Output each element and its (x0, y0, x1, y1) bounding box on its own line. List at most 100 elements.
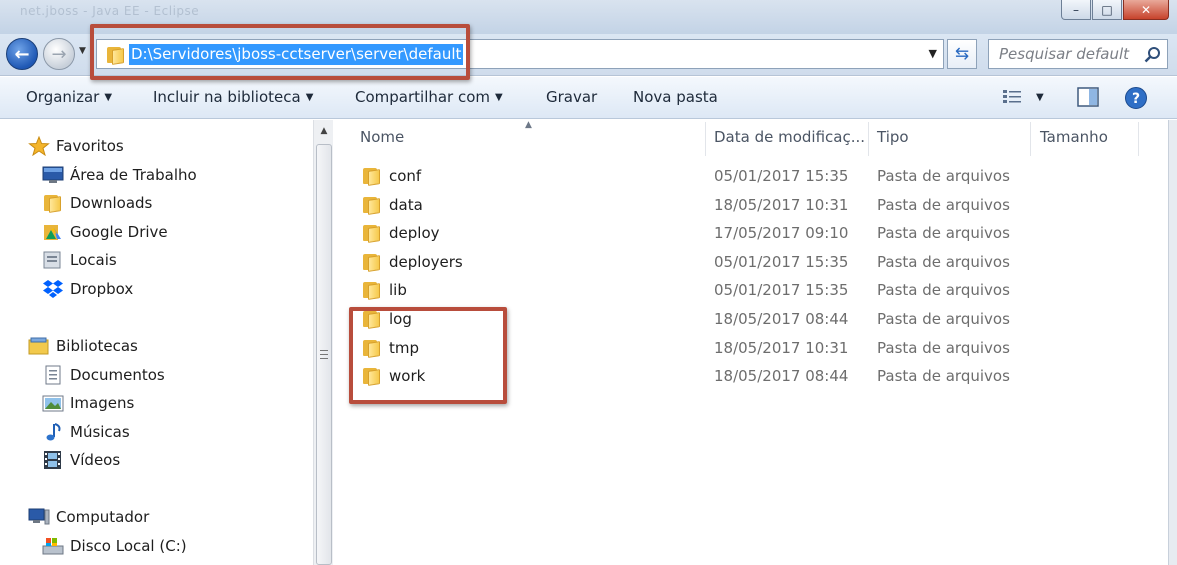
sidebar-item-label: Área de Trabalho (70, 166, 197, 184)
sidebar-scrollbar[interactable]: ▲ (313, 120, 333, 565)
file-row[interactable]: lib 05/01/2017 15:35 Pasta de arquivos (355, 277, 1135, 303)
burn-button[interactable]: Gravar (546, 88, 597, 106)
column-header-size[interactable]: Tamanho (1040, 128, 1108, 146)
file-row[interactable]: log 18/05/2017 08:44 Pasta de arquivos (355, 306, 1135, 332)
minimize-button[interactable]: – (1061, 0, 1091, 20)
new-folder-button[interactable]: Nova pasta (633, 88, 718, 106)
sidebar-item-pictures[interactable]: Imagens (42, 391, 134, 415)
sidebar-item-recent-places[interactable]: Locais (42, 248, 117, 272)
sidebar-item-libraries[interactable]: Bibliotecas (28, 334, 138, 358)
sidebar-item-label: Músicas (70, 423, 130, 441)
share-label: Compartilhar com (355, 88, 491, 106)
organize-label: Organizar (26, 88, 100, 106)
scroll-up-icon[interactable]: ▲ (316, 122, 332, 140)
sidebar-item-label: Bibliotecas (56, 337, 138, 355)
sidebar-item-label: Dropbox (70, 280, 134, 298)
sidebar-item-documents[interactable]: Documentos (42, 363, 165, 387)
include-library-menu[interactable]: Incluir na biblioteca ▼ (153, 88, 313, 106)
address-path[interactable]: D:\Servidores\jboss-cctserver\server\def… (129, 44, 464, 65)
folder-icon (361, 166, 383, 186)
file-row[interactable]: deploy 17/05/2017 09:10 Pasta de arquivos (355, 220, 1135, 246)
search-input[interactable]: Pesquisar default (988, 39, 1168, 69)
sidebar-item-downloads[interactable]: Downloads (42, 191, 152, 215)
sidebar-item-label: Documentos (70, 366, 165, 384)
recent-pages-dropdown-icon[interactable]: ▼ (79, 46, 86, 56)
column-divider[interactable] (1030, 122, 1031, 156)
file-name: tmp (389, 338, 420, 357)
libraries-icon (28, 336, 50, 356)
folder-icon (361, 223, 383, 244)
downloads-folder-icon (42, 193, 64, 213)
view-options-icon[interactable] (1002, 87, 1024, 107)
address-dropdown-icon[interactable]: ▼ (929, 47, 937, 60)
file-date: 05/01/2017 15:35 (714, 252, 849, 271)
file-date: 17/05/2017 09:10 (714, 224, 849, 243)
file-type: Pasta de arquivos (877, 252, 1010, 271)
column-divider[interactable] (1138, 122, 1139, 156)
sidebar-item-favorites[interactable]: Favoritos (28, 134, 124, 158)
column-divider[interactable] (868, 122, 869, 156)
close-button[interactable]: ✕ (1123, 0, 1169, 20)
sidebar-item-videos[interactable]: Vídeos (42, 448, 120, 472)
file-list: ▲ Nome Data de modificaç... Tipo Tamanho… (335, 120, 1168, 565)
sidebar-item-label: Downloads (70, 194, 153, 212)
music-note-icon (42, 422, 64, 442)
sidebar-item-label: Disco Local (C:) (70, 537, 187, 555)
search-icon[interactable] (1144, 46, 1161, 63)
column-header-date[interactable]: Data de modificaç... (714, 128, 865, 146)
computer-icon (28, 507, 50, 527)
sidebar-item-label: Vídeos (70, 451, 121, 469)
folder-icon (361, 309, 383, 329)
file-type: Pasta de arquivos (877, 338, 1010, 357)
file-date: 05/01/2017 15:35 (714, 167, 849, 185)
star-icon (28, 135, 50, 157)
organize-menu[interactable]: Organizar ▼ (26, 88, 112, 106)
file-type: Pasta de arquivos (877, 167, 1010, 185)
navigation-pane: Favoritos Área de Trabalho Downloads Goo… (0, 120, 313, 565)
file-row[interactable]: data 18/05/2017 10:31 Pasta de arquivos (355, 192, 1135, 218)
help-icon[interactable]: ? (1124, 86, 1148, 110)
svg-text:?: ? (1132, 91, 1140, 107)
maximize-button[interactable]: □ (1092, 0, 1122, 20)
chevron-down-icon: ▼ (104, 92, 113, 103)
file-date: 18/05/2017 08:44 (714, 367, 849, 386)
file-date: 18/05/2017 10:31 (714, 195, 849, 214)
documents-icon (42, 365, 64, 385)
pane-edge (1168, 120, 1177, 565)
file-type: Pasta de arquivos (877, 367, 1010, 386)
view-dropdown-icon[interactable]: ▼ (1036, 92, 1044, 103)
file-date: 18/05/2017 08:44 (714, 310, 849, 328)
file-row[interactable]: deployers 05/01/2017 15:35 Pasta de arquiv… (355, 249, 1135, 275)
grip-icon (320, 350, 328, 359)
scrollbar-thumb[interactable] (316, 144, 332, 565)
sidebar-item-google-drive[interactable]: Google Drive (42, 220, 168, 244)
column-divider[interactable] (705, 122, 706, 156)
file-date: 18/05/2017 10:31 (714, 338, 849, 357)
dropbox-icon (42, 279, 64, 299)
address-bar[interactable]: D:\Servidores\jboss-cctserver\server\def… (96, 39, 944, 69)
file-row[interactable]: conf 05/01/2017 15:35 Pasta de arquivos (355, 163, 1135, 189)
file-row[interactable]: work 18/05/2017 08:44 Pasta de arquivos (355, 363, 1135, 389)
file-name: work (389, 367, 426, 386)
file-row[interactable]: tmp 18/05/2017 10:31 Pasta de arquivos (355, 335, 1135, 361)
column-header-name[interactable]: Nome (360, 128, 404, 146)
refresh-icon[interactable]: ⇆ (947, 39, 977, 69)
column-header-type[interactable]: Tipo (877, 128, 909, 146)
sidebar-item-dropbox[interactable]: Dropbox (42, 277, 133, 301)
sidebar-item-music[interactable]: Músicas (42, 420, 130, 444)
local-disk-icon (42, 536, 64, 556)
sidebar-item-desktop[interactable]: Área de Trabalho (42, 163, 197, 187)
navigation-bar: ← → ▼ D:\Servidores\jboss-cctserver\serv… (0, 34, 1177, 76)
folder-icon (361, 280, 383, 301)
back-button[interactable]: ← (6, 38, 38, 70)
share-menu[interactable]: Compartilhar com ▼ (355, 88, 503, 106)
pictures-icon (42, 393, 64, 413)
forward-button[interactable]: → (43, 38, 75, 70)
search-placeholder: Pesquisar default (999, 45, 1130, 63)
preview-pane-icon[interactable] (1077, 87, 1099, 107)
recent-places-icon (42, 250, 64, 270)
sidebar-item-computer[interactable]: Computador (28, 505, 149, 529)
google-drive-icon (42, 222, 64, 242)
chevron-down-icon: ▼ (305, 92, 314, 103)
sidebar-item-local-disk[interactable]: Disco Local (C:) (42, 534, 187, 558)
